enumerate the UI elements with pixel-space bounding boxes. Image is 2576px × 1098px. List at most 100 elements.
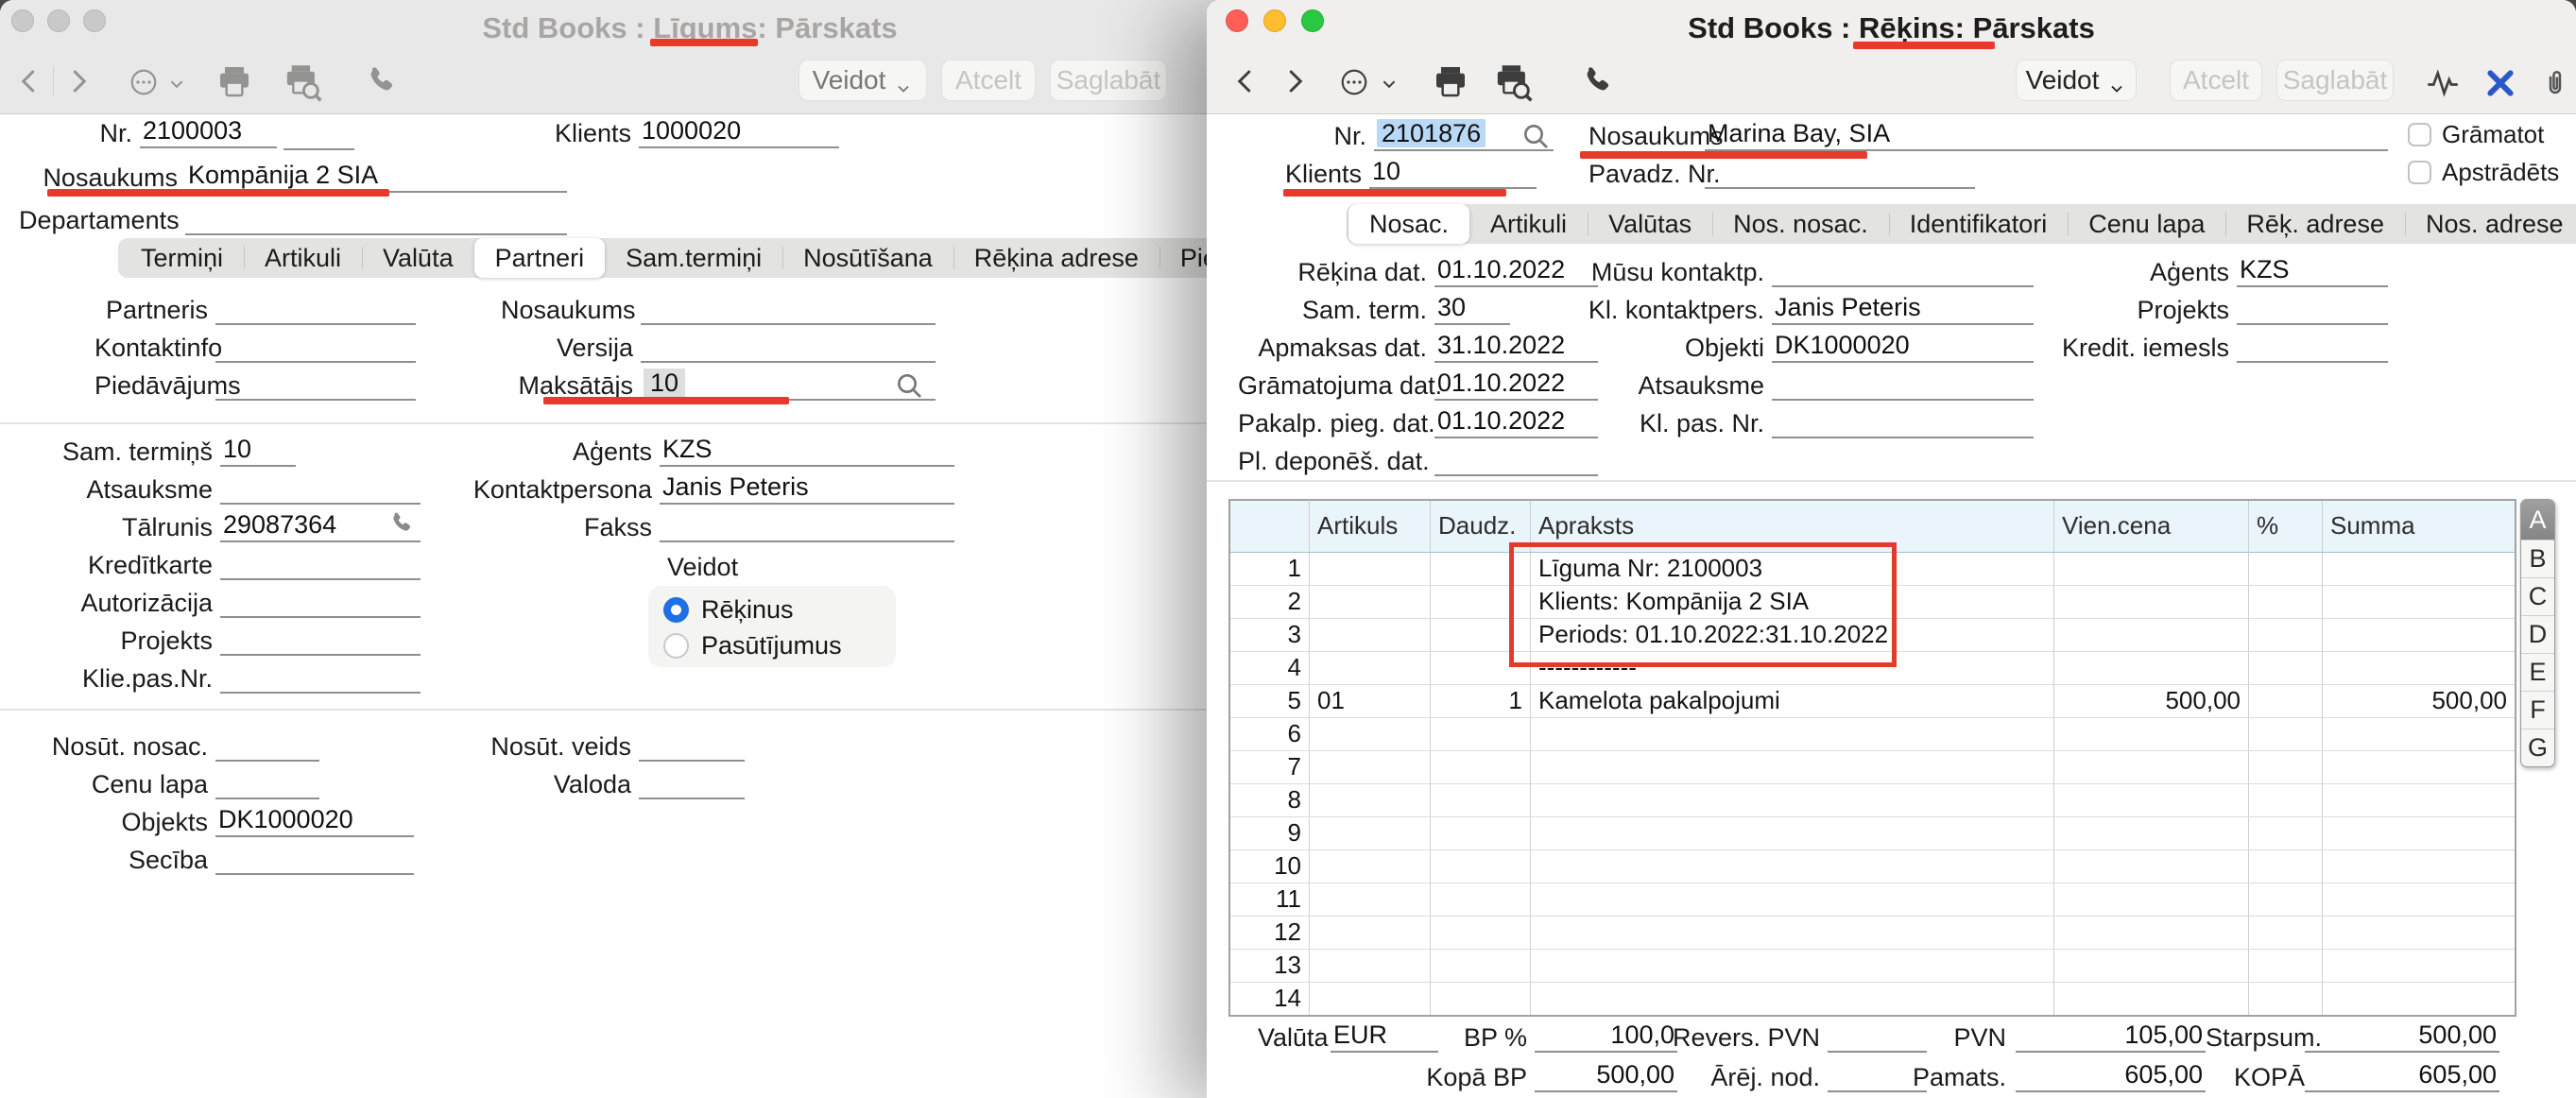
cell-apraksts[interactable]: [1531, 884, 2054, 916]
field-value[interactable]: 605,00: [2305, 1060, 2499, 1092]
cell-artikuls[interactable]: [1310, 950, 1431, 982]
link-manager-x-icon[interactable]: [2484, 66, 2516, 100]
cell-apraksts[interactable]: [1531, 817, 2054, 849]
field-value[interactable]: KZS: [2237, 255, 2388, 287]
cell-apraksts[interactable]: [1531, 917, 2054, 949]
tab-rek-adrese[interactable]: Rēķ. adrese: [2225, 204, 2405, 244]
cell-artikuls[interactable]: [1310, 553, 1431, 585]
cell-artikuls[interactable]: [1310, 917, 1431, 949]
cell-artikuls[interactable]: [1310, 586, 1431, 618]
flip-tab-f[interactable]: F: [2521, 691, 2554, 729]
print-preview-button[interactable]: [282, 62, 323, 102]
cell-summa[interactable]: [2323, 983, 2515, 1015]
print-preview-button[interactable]: [1492, 62, 1534, 102]
paste-special-magnifier-icon[interactable]: [1520, 121, 1551, 151]
cell-artikuls[interactable]: [1310, 884, 1431, 916]
cell-vien-cena[interactable]: [2054, 619, 2249, 651]
cell-vien-cena[interactable]: [2054, 950, 2249, 982]
cell-summa[interactable]: [2323, 619, 2515, 651]
cell-percent[interactable]: [2249, 784, 2323, 816]
cell-artikuls[interactable]: [1310, 784, 1431, 816]
field-value[interactable]: KZS: [660, 435, 954, 467]
cell-apraksts[interactable]: Kamelota pakalpojumi: [1531, 685, 2054, 717]
tab-artikuli[interactable]: Artikuli: [244, 238, 362, 278]
cell-summa[interactable]: [2323, 950, 2515, 982]
cell-vien-cena[interactable]: [2054, 652, 2249, 684]
tab-nosutisana[interactable]: Nosūtīšana: [782, 238, 953, 278]
cell-vien-cena[interactable]: [2054, 983, 2249, 1015]
cell-percent[interactable]: [2249, 586, 2323, 618]
cell-vien-cena[interactable]: [2054, 553, 2249, 585]
forward-button[interactable]: [1280, 65, 1309, 97]
cell-artikuls[interactable]: [1310, 718, 1431, 750]
flip-tab-c[interactable]: C: [2521, 577, 2554, 615]
cell-daudz[interactable]: [1431, 850, 1531, 883]
tab-nosac[interactable]: Nosac.: [1348, 204, 1469, 244]
cell-artikuls[interactable]: [1310, 817, 1431, 849]
radio-pasutijumus[interactable]: Pasūtījumus: [663, 631, 842, 661]
field-value[interactable]: [2237, 331, 2388, 363]
field-value[interactable]: [641, 331, 936, 363]
cell-daudz[interactable]: [1431, 884, 1531, 916]
field-value[interactable]: 10: [1369, 157, 1537, 189]
field-value[interactable]: [215, 331, 416, 363]
cell-summa[interactable]: 500,00: [2323, 685, 2515, 717]
cell-daudz[interactable]: [1431, 983, 1531, 1015]
field-value[interactable]: [220, 472, 421, 505]
cell-artikuls[interactable]: [1310, 983, 1431, 1015]
cell-summa[interactable]: [2323, 884, 2515, 916]
field-value[interactable]: Janis Peteris: [660, 472, 954, 505]
print-button[interactable]: [215, 62, 253, 100]
cell-percent[interactable]: [2249, 884, 2323, 916]
field-value[interactable]: [1772, 406, 2034, 438]
field-value[interactable]: [220, 624, 421, 656]
tab-valuta[interactable]: Valūta: [362, 238, 474, 278]
field-value[interactable]: [1772, 369, 2034, 401]
field-value[interactable]: [220, 548, 421, 580]
cell-daudz[interactable]: [1431, 917, 1531, 949]
flip-tab-d[interactable]: D: [2521, 615, 2554, 653]
field-value[interactable]: [220, 661, 421, 694]
veidot-button[interactable]: Veidot: [2016, 60, 2137, 101]
cell-vien-cena[interactable]: [2054, 817, 2249, 849]
cell-summa[interactable]: [2323, 817, 2515, 849]
cell-summa[interactable]: [2323, 553, 2515, 585]
field-value[interactable]: 1000020: [639, 116, 839, 148]
back-button[interactable]: [1231, 65, 1260, 97]
field-value[interactable]: [1434, 444, 1598, 476]
field-value[interactable]: DK1000020: [1772, 331, 2034, 363]
tab-rekina-adrese[interactable]: Rēķina adrese: [953, 238, 1159, 278]
cell-vien-cena[interactable]: [2054, 751, 2249, 783]
field-value[interactable]: [639, 729, 745, 762]
field-nr-extra[interactable]: [283, 116, 354, 150]
cell-apraksts[interactable]: [1531, 751, 2054, 783]
back-button[interactable]: [15, 65, 43, 97]
field-value[interactable]: [215, 767, 319, 799]
chevron-down-icon[interactable]: [1379, 76, 1400, 93]
cell-vien-cena[interactable]: 500,00: [2054, 685, 2249, 717]
checkbox-gramatot[interactable]: Grāmatot: [2408, 120, 2544, 149]
field-value[interactable]: [660, 510, 954, 542]
tab-partneri[interactable]: Partneri: [474, 238, 606, 278]
cell-vien-cena[interactable]: [2054, 884, 2249, 916]
activity-pulse-icon[interactable]: [2426, 66, 2460, 100]
cell-summa[interactable]: [2323, 917, 2515, 949]
cell-daudz[interactable]: [1431, 751, 1531, 783]
field-value[interactable]: [215, 843, 414, 875]
cell-daudz[interactable]: [1431, 950, 1531, 982]
field-value[interactable]: 605,00: [2016, 1060, 2206, 1092]
cell-percent[interactable]: [2249, 917, 2323, 949]
saglabat-button[interactable]: Saglabāt: [1050, 60, 1167, 101]
tab-nos-adrese[interactable]: Nos. adrese: [2405, 204, 2576, 244]
cell-apraksts[interactable]: [1531, 950, 2054, 982]
cell-summa[interactable]: [2323, 751, 2515, 783]
field-value[interactable]: Janis Peteris: [1772, 293, 2034, 325]
tab-nos-nosac[interactable]: Nos. nosac.: [1712, 204, 1889, 244]
cell-vien-cena[interactable]: [2054, 850, 2249, 883]
field-value[interactable]: [641, 293, 936, 325]
field-value[interactable]: 500,00: [2305, 1021, 2499, 1053]
veidot-button[interactable]: Veidot: [799, 60, 927, 101]
cell-percent[interactable]: [2249, 652, 2323, 684]
field-value[interactable]: Marina Bay, SIA: [1705, 119, 2388, 151]
forward-button[interactable]: [64, 65, 93, 97]
